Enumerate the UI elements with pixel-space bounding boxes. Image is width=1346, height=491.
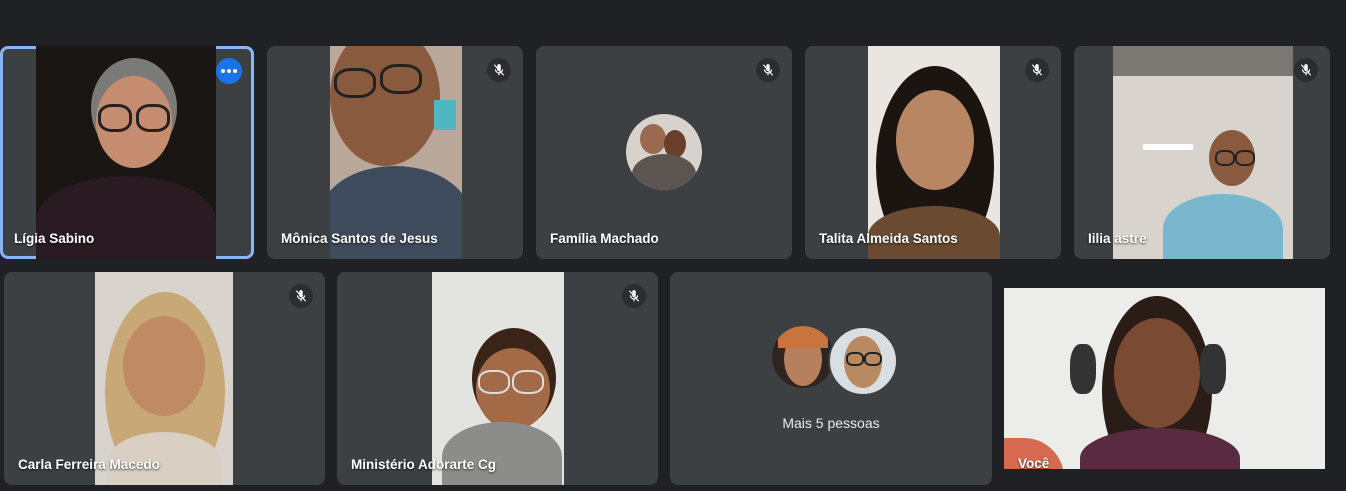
- participant-tile-carla-ferreira[interactable]: Carla Ferreira Macedo: [4, 272, 325, 485]
- self-video: [1004, 288, 1325, 469]
- participant-tile-talita-almeida[interactable]: Talita Almeida Santos: [805, 46, 1061, 259]
- participant-tile-ministerio-adorarte[interactable]: Ministério Adorarte Cg: [337, 272, 658, 485]
- participant-video: [95, 272, 233, 485]
- mic-off-icon: [756, 58, 780, 82]
- participant-name: Carla Ferreira Macedo: [18, 457, 160, 472]
- participant-video: [868, 46, 1000, 259]
- participant-video: [36, 46, 216, 259]
- mic-off-icon: [1025, 58, 1049, 82]
- mic-off-icon: [487, 58, 511, 82]
- overflow-tile[interactable]: Mais 5 pessoas: [670, 272, 992, 485]
- participant-name: Lígia Sabino: [14, 231, 95, 246]
- participant-name: Talita Almeida Santos: [819, 231, 958, 246]
- participant-video: [432, 272, 564, 485]
- participant-name: Ministério Adorarte Cg: [351, 457, 497, 472]
- more-options-icon[interactable]: [216, 58, 242, 84]
- avatar: [828, 326, 898, 396]
- self-view-tile[interactable]: Você: [1004, 272, 1325, 485]
- participant-video: [1113, 46, 1293, 259]
- participant-tile-familia-machado[interactable]: Família Machado: [536, 46, 792, 259]
- overflow-label: Mais 5 pessoas: [782, 415, 880, 431]
- participant-video: [330, 46, 462, 259]
- self-name: Você: [1018, 456, 1050, 471]
- mic-off-icon: [1294, 58, 1318, 82]
- participant-tile-iilia-astre[interactable]: Iilia astre: [1074, 46, 1330, 259]
- avatar: [626, 114, 702, 190]
- mic-off-icon: [622, 284, 646, 308]
- mic-off-icon: [289, 284, 313, 308]
- participant-name: Mônica Santos de Jesus: [281, 231, 438, 246]
- participant-name: Iilia astre: [1088, 231, 1147, 246]
- participant-tile-monica-santos[interactable]: Mônica Santos de Jesus: [267, 46, 523, 259]
- avatar: [772, 326, 834, 388]
- participant-name: Família Machado: [550, 231, 659, 246]
- participant-tile-ligia-sabino[interactable]: Lígia Sabino: [0, 46, 254, 259]
